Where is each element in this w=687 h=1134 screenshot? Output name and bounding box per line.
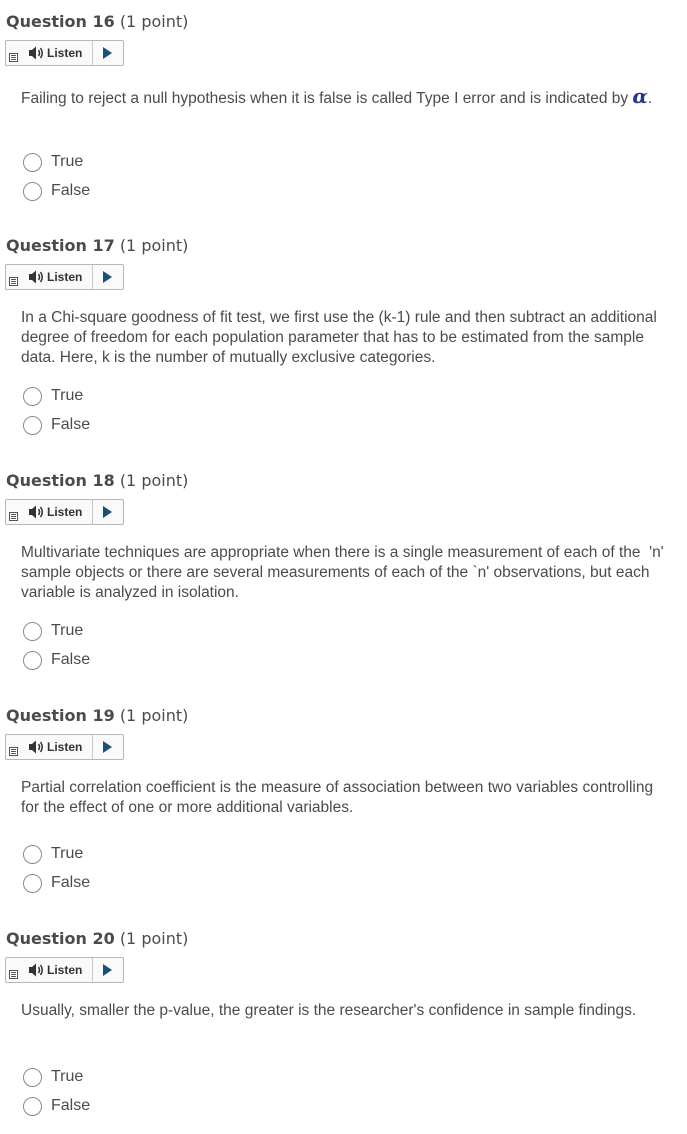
- listen-button[interactable]: Listen: [47, 505, 82, 519]
- question-points: (1 point): [119, 236, 189, 255]
- question-text-part: Failing to reject a null hypothesis when…: [21, 90, 633, 107]
- speaker-icon[interactable]: [27, 962, 45, 978]
- question-title: Question 16 (1 point): [6, 12, 188, 31]
- listen-widget: Listen: [5, 499, 124, 525]
- listen-widget: Listen: [5, 40, 124, 66]
- question-number: Question 18: [6, 471, 115, 490]
- question-text: Multivariate techniques are appropriate …: [21, 544, 668, 601]
- question-text: Failing to reject a null hypothesis when…: [21, 86, 673, 109]
- question-text-end: .: [647, 90, 653, 107]
- alpha-symbol: α: [632, 84, 648, 108]
- speaker-icon[interactable]: [27, 739, 45, 755]
- question-title: Question 18 (1 point): [6, 471, 188, 490]
- menu-icon[interactable]: [9, 512, 18, 521]
- play-icon[interactable]: [103, 964, 112, 976]
- play-icon[interactable]: [103, 741, 112, 753]
- question-number: Question 20: [6, 929, 115, 948]
- radio-button[interactable]: [23, 651, 42, 670]
- question-points: (1 point): [119, 706, 189, 725]
- question-title: Question 20 (1 point): [6, 929, 188, 948]
- divider: [92, 735, 93, 759]
- menu-icon[interactable]: [9, 277, 18, 286]
- option-label: False: [51, 1097, 91, 1114]
- question-points: (1 point): [119, 471, 189, 490]
- question-number: Question 17: [6, 236, 115, 255]
- radio-button[interactable]: [23, 153, 42, 172]
- divider: [92, 265, 93, 289]
- play-icon[interactable]: [103, 506, 112, 518]
- speaker-icon[interactable]: [27, 45, 45, 61]
- option-label: True: [51, 1068, 84, 1085]
- option-label: True: [51, 387, 84, 404]
- play-icon[interactable]: [103, 271, 112, 283]
- question-text: Partial correlation coefficient is the m…: [21, 779, 654, 816]
- option-label: False: [51, 416, 91, 433]
- divider: [92, 41, 93, 65]
- radio-button[interactable]: [23, 845, 42, 864]
- radio-button[interactable]: [23, 622, 42, 641]
- listen-button[interactable]: Listen: [47, 270, 82, 284]
- menu-icon[interactable]: [9, 747, 18, 756]
- radio-button[interactable]: [23, 387, 42, 406]
- radio-button[interactable]: [23, 416, 42, 435]
- radio-button[interactable]: [23, 1068, 42, 1087]
- option-label: False: [51, 182, 91, 199]
- option-label: True: [51, 622, 84, 639]
- speaker-icon[interactable]: [27, 269, 45, 285]
- option-label: True: [51, 153, 84, 170]
- listen-widget: Listen: [5, 957, 124, 983]
- menu-icon[interactable]: [9, 970, 18, 979]
- question-text: In a Chi-square goodness of fit test, we…: [21, 309, 657, 366]
- speaker-icon[interactable]: [27, 504, 45, 520]
- menu-icon[interactable]: [9, 53, 18, 62]
- option-label: True: [51, 845, 84, 862]
- question-points: (1 point): [119, 12, 189, 31]
- radio-button[interactable]: [23, 182, 42, 201]
- play-icon[interactable]: [103, 47, 112, 59]
- question-text: Usually, smaller the p-value, the greate…: [21, 1002, 637, 1019]
- radio-button[interactable]: [23, 874, 42, 893]
- divider: [92, 958, 93, 982]
- question-number: Question 19: [6, 706, 115, 725]
- divider: [92, 500, 93, 524]
- question-title: Question 17 (1 point): [6, 236, 188, 255]
- option-label: False: [51, 651, 91, 668]
- listen-widget: Listen: [5, 264, 124, 290]
- listen-button[interactable]: Listen: [47, 963, 82, 977]
- question-number: Question 16: [6, 12, 115, 31]
- option-label: False: [51, 874, 91, 891]
- question-title: Question 19 (1 point): [6, 706, 188, 725]
- listen-widget: Listen: [5, 734, 124, 760]
- radio-button[interactable]: [23, 1097, 42, 1116]
- listen-button[interactable]: Listen: [47, 740, 82, 754]
- listen-button[interactable]: Listen: [47, 46, 82, 60]
- question-points: (1 point): [119, 929, 189, 948]
